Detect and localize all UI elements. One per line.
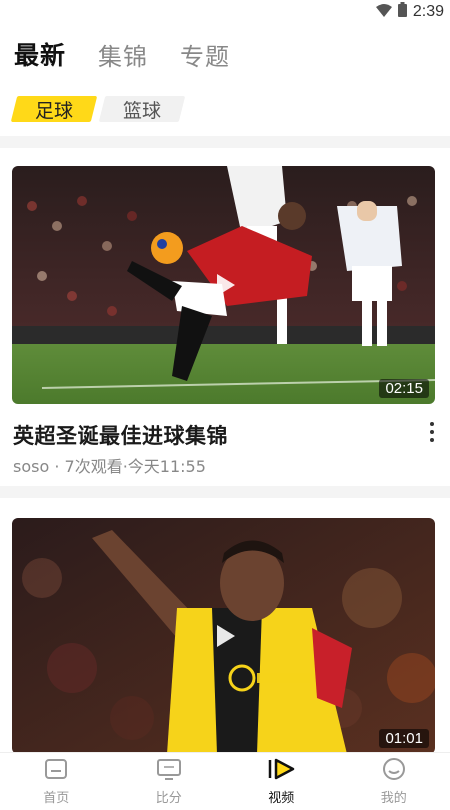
section-divider xyxy=(0,136,450,148)
battery-icon xyxy=(397,2,407,21)
bottom-nav: 首页 比分 视频 我的 xyxy=(0,752,450,810)
play-icon[interactable] xyxy=(209,270,239,300)
category-tab-label: 篮球 xyxy=(122,99,161,122)
nav-video[interactable]: 视频 xyxy=(225,753,338,810)
play-icon[interactable] xyxy=(209,621,239,651)
nav-home[interactable]: 首页 xyxy=(0,753,113,810)
nav-label: 视频 xyxy=(268,791,295,806)
category-tabs: 足球 篮球 xyxy=(10,96,186,122)
tab-highlights[interactable]: 集锦 xyxy=(98,37,148,72)
video-duration: 01:01 xyxy=(379,729,429,748)
wifi-icon xyxy=(375,2,392,21)
nav-label: 比分 xyxy=(155,791,182,806)
nav-label: 我的 xyxy=(380,791,407,806)
category-tab-basketball[interactable]: 篮球 xyxy=(98,96,186,122)
top-tabs: 最新 集锦 专题 xyxy=(14,34,230,74)
nav-profile[interactable]: 我的 xyxy=(338,753,450,810)
video-duration: 02:15 xyxy=(379,379,429,398)
section-divider xyxy=(0,486,450,498)
category-tab-label: 足球 xyxy=(34,99,73,122)
tab-latest[interactable]: 最新 xyxy=(14,36,66,72)
status-bar: 2:39 xyxy=(0,0,450,24)
video-meta: soso · 7次观看·今天11:55 xyxy=(13,457,206,476)
home-icon xyxy=(43,757,69,785)
video-icon xyxy=(266,757,296,785)
tab-topics[interactable]: 专题 xyxy=(180,37,230,72)
score-icon xyxy=(156,757,182,785)
more-options-icon[interactable] xyxy=(424,420,440,444)
profile-icon xyxy=(381,757,407,785)
video-title[interactable]: 英超圣诞最佳进球集锦 xyxy=(13,420,228,450)
video-thumbnail[interactable]: 02:15 xyxy=(12,166,435,404)
nav-score[interactable]: 比分 xyxy=(113,753,226,810)
nav-label: 首页 xyxy=(43,791,70,806)
status-time: 2:39 xyxy=(412,2,444,20)
category-tab-football[interactable]: 足球 xyxy=(10,96,98,122)
video-thumbnail[interactable]: 01:01 xyxy=(12,518,435,754)
